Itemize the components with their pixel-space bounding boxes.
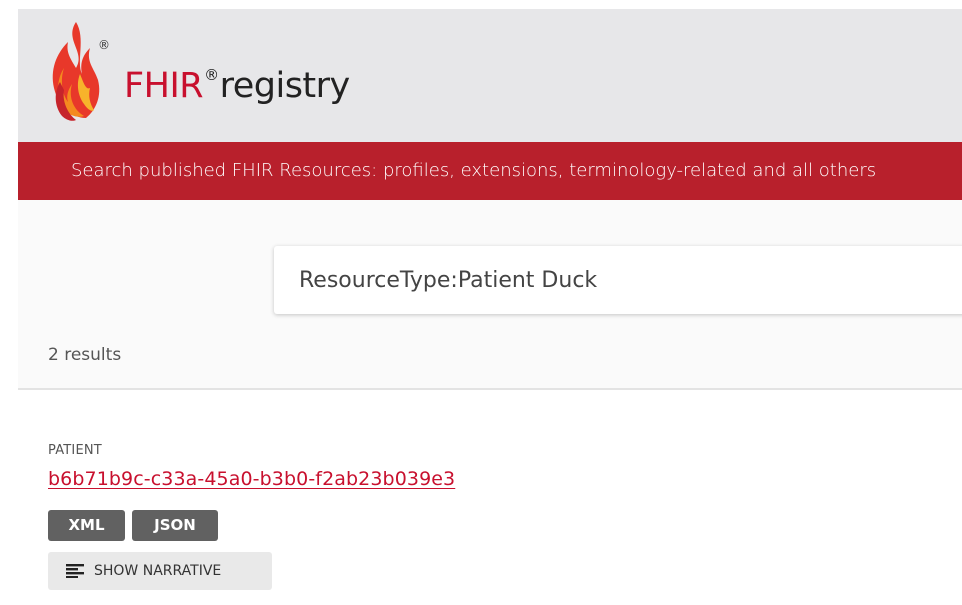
page: ® FHIR ® registry Search published FHIR … — [0, 0, 962, 605]
resource-type-label: PATIENT — [48, 443, 102, 458]
logo-registered-mark: ® — [98, 38, 110, 52]
json-button[interactable]: JSON — [132, 510, 218, 541]
logo-wordmark[interactable]: FHIR ® registry — [124, 66, 350, 106]
logo-registered-mark-small: ® — [204, 66, 219, 84]
resource-id-link[interactable]: b6b71b9c-c33a-45a0-b3b0-f2ab23b039e3 — [48, 468, 455, 490]
logo-registry-text: registry — [219, 66, 351, 106]
logo-fhir-text: FHIR — [124, 66, 204, 106]
search-input[interactable] — [297, 266, 962, 294]
fhir-flame-logo-icon[interactable] — [46, 18, 106, 122]
divider — [18, 388, 962, 390]
search-banner: Search published FHIR Resources: profile… — [18, 142, 962, 200]
xml-button[interactable]: XML — [48, 510, 125, 541]
show-narrative-label: SHOW NARRATIVE — [94, 563, 222, 579]
text-lines-icon — [66, 564, 84, 578]
result-count: 2 results — [48, 345, 122, 365]
search-box[interactable] — [274, 246, 962, 314]
show-narrative-button[interactable]: SHOW NARRATIVE — [48, 552, 272, 590]
